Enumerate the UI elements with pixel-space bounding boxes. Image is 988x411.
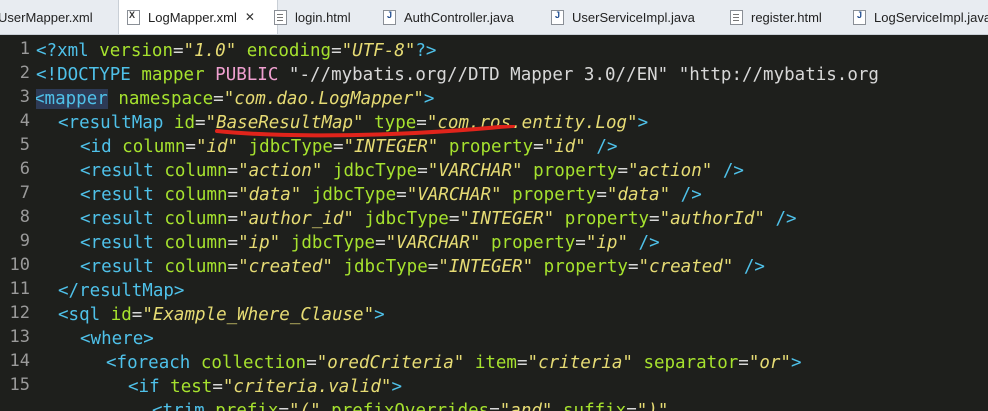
tab-logmapper-xml[interactable]: LogMapper.xml ✕: [118, 0, 278, 34]
html-file-icon: [274, 9, 287, 25]
code-line: <?xml version="1.0" encoding="UTF-8"?>: [36, 41, 437, 61]
code-line: <mapper namespace="com.dao.LogMapper">: [36, 89, 435, 109]
code-line: <result column="action" jdbcType="VARCHA…: [80, 161, 744, 181]
line-number: 15: [9, 375, 30, 395]
line-number: 3: [19, 87, 30, 107]
line-number: 11: [9, 279, 30, 299]
line-number: 7: [19, 183, 30, 203]
line-number: 8: [19, 207, 30, 227]
code-line: <result column="ip" jdbcType="VARCHAR" p…: [80, 233, 660, 253]
code-line: <where>: [80, 329, 154, 349]
tab-userserviceimpl-java[interactable]: UserServiceImpl.java: [551, 0, 711, 34]
code-line: <resultMap id="BaseResultMap" type="com.…: [58, 113, 649, 133]
code-line: <result column="author_id" jdbcType="INT…: [80, 209, 797, 229]
line-number-gutter: 1 2 3 4 5 6 7 8 9 10 11 12 13 14 15: [0, 35, 34, 411]
close-tab-icon[interactable]: ✕: [245, 10, 255, 24]
code-line: <sql id="Example_Where_Clause">: [58, 305, 385, 325]
line-number: 6: [19, 159, 30, 179]
line-number: 13: [9, 327, 30, 347]
tab-label: LogMapper.xml: [148, 9, 237, 25]
tab-authcontroller-java[interactable]: AuthController.java: [383, 0, 533, 34]
code-line: </resultMap>: [58, 281, 185, 301]
code-area[interactable]: <?xml version="1.0" encoding="UTF-8"?> <…: [36, 35, 988, 411]
code-line: <id column="id" jdbcType="INTEGER" prope…: [80, 137, 618, 157]
code-line: <foreach collection="oredCriteria" item=…: [106, 353, 802, 373]
code-line: <!DOCTYPE mapper PUBLIC "-//mybatis.org/…: [36, 65, 879, 85]
tab-usermapper-xml[interactable]: UserMapper.xml: [0, 0, 110, 34]
tab-label: AuthController.java: [404, 9, 514, 25]
tab-login-html[interactable]: login.html: [274, 0, 374, 34]
tab-label: UserMapper.xml: [0, 9, 93, 25]
java-file-icon: [383, 9, 396, 25]
java-file-icon: [853, 9, 866, 25]
xml-file-icon: [127, 9, 140, 25]
line-number: 10: [9, 255, 30, 275]
code-line: <result column="data" jdbcType="VARCHAR"…: [80, 185, 702, 205]
tab-logserviceimpl-java[interactable]: LogServiceImpl.java: [853, 0, 988, 34]
java-file-icon: [551, 9, 564, 25]
code-line: <trim prefix="(" prefixOverrides="and" s…: [152, 401, 669, 411]
line-number: 2: [19, 63, 30, 83]
tab-label: LogServiceImpl.java: [874, 9, 988, 25]
line-number: 4: [19, 111, 30, 131]
code-line: <result column="created" jdbcType="INTEG…: [80, 257, 765, 277]
tab-register-html[interactable]: register.html: [730, 0, 840, 34]
line-number: 14: [9, 351, 30, 371]
html-file-icon: [730, 9, 743, 25]
tab-label: register.html: [751, 9, 822, 25]
line-number: 12: [9, 303, 30, 323]
tab-label: UserServiceImpl.java: [572, 9, 695, 25]
code-editor[interactable]: 1 2 3 4 5 6 7 8 9 10 11 12 13 14 15 <?xm…: [0, 35, 988, 411]
tab-label: login.html: [295, 9, 351, 25]
line-number: 1: [19, 39, 30, 59]
line-number: 9: [19, 231, 30, 251]
code-line: <if test="criteria.valid">: [128, 377, 402, 397]
line-number: 5: [19, 135, 30, 155]
editor-tab-bar: UserMapper.xml LogMapper.xml ✕ login.htm…: [0, 0, 988, 35]
